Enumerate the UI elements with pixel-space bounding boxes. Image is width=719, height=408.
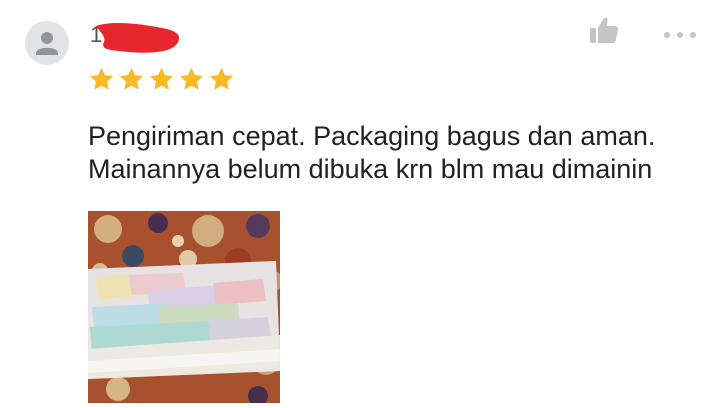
star-icon	[179, 67, 204, 90]
review-photo[interactable]	[88, 211, 280, 403]
star-icon	[119, 67, 144, 90]
username-redaction-mark	[96, 22, 180, 53]
user-avatar[interactable]	[25, 21, 69, 65]
more-dots-icon	[664, 32, 696, 38]
more-options-button[interactable]	[662, 28, 698, 40]
thumbs-up-icon	[590, 17, 619, 43]
review-photo-image	[88, 211, 280, 403]
like-button[interactable]	[588, 15, 620, 47]
star-icon	[89, 67, 114, 90]
review-text: Pengiriman cepat. Packaging bagus dan am…	[88, 121, 656, 184]
star-icon	[149, 67, 174, 90]
star-icon	[209, 67, 234, 90]
rating-stars	[88, 66, 235, 93]
person-icon	[36, 32, 58, 55]
